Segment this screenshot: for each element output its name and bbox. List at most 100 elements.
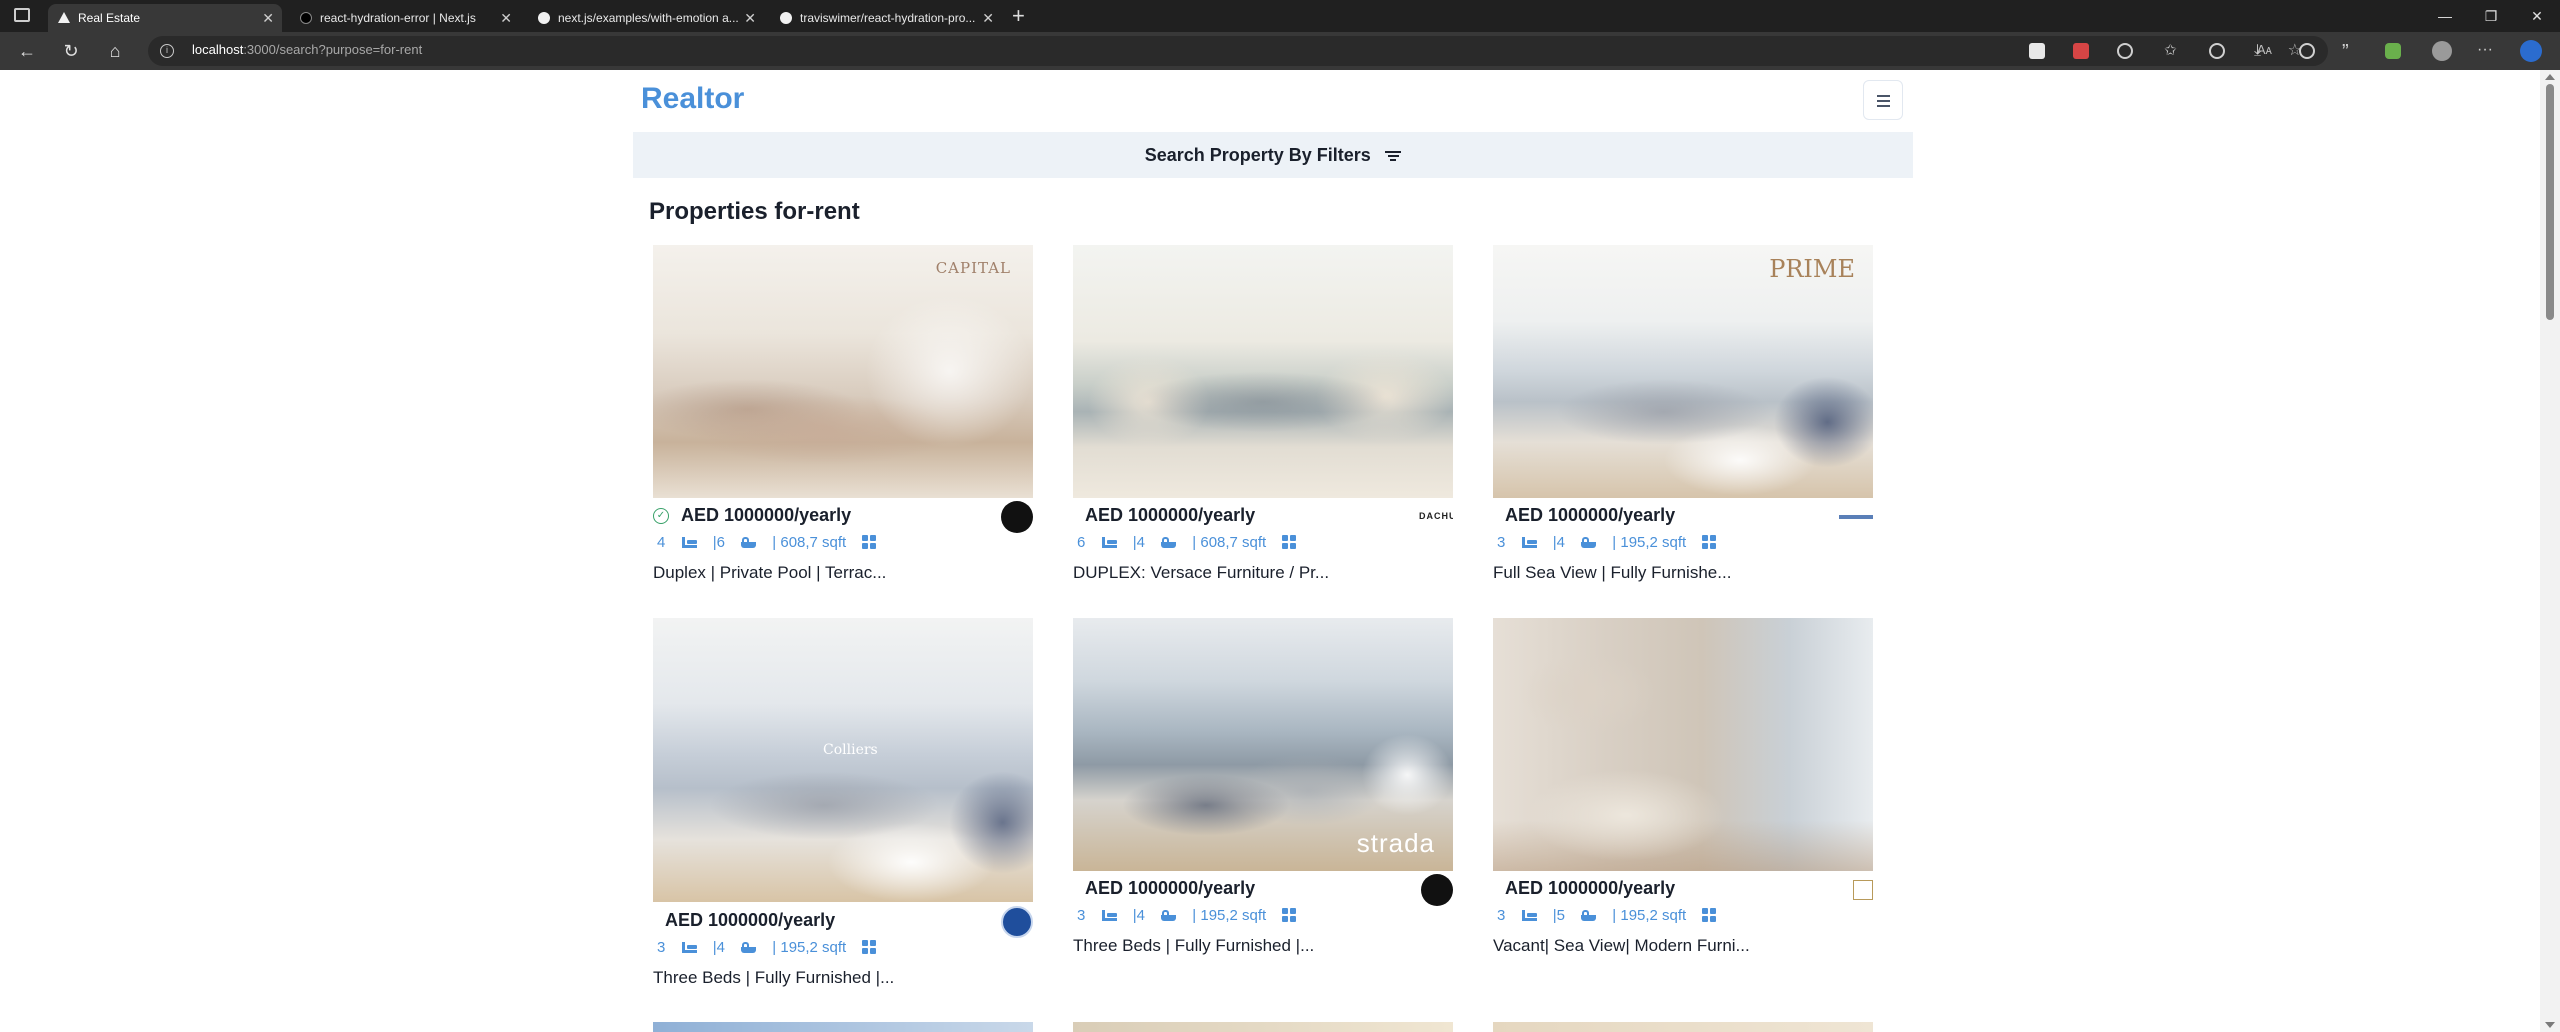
search-filters-toggle[interactable]: Search Property By Filters bbox=[633, 132, 1913, 178]
agency-logo bbox=[1839, 515, 1873, 519]
property-card[interactable]: strada AED 1000000/yearly 3 |4 | 195,2 s… bbox=[1073, 618, 1453, 955]
page-viewport: Realtor Search Property By Filters Prope… bbox=[0, 70, 2540, 1032]
agency-logo: DACHU bbox=[1419, 511, 1453, 521]
property-photo[interactable] bbox=[653, 1022, 1033, 1032]
rooms-count: 3 bbox=[1497, 533, 1506, 551]
browser-tab-strip: Real Estate ✕ react-hydration-error | Ne… bbox=[0, 0, 2560, 32]
close-window-button[interactable]: ✕ bbox=[2514, 0, 2560, 32]
grid-icon bbox=[1702, 535, 1717, 550]
rooms-count: 3 bbox=[657, 938, 666, 956]
area-size: | 608,7 sqft bbox=[1192, 533, 1267, 551]
property-photo[interactable] bbox=[1493, 1022, 1873, 1032]
downloads-icon[interactable]: ⤓ bbox=[2254, 43, 2270, 59]
property-specs: 3 |4 | 195,2 sqft bbox=[1497, 533, 1728, 555]
photo-watermark: strada bbox=[1356, 828, 1435, 858]
refresh-icon[interactable]: ↻ bbox=[60, 41, 82, 63]
property-specs: 6 |4 | 608,7 sqft bbox=[1077, 533, 1308, 555]
property-title[interactable]: Vacant| Sea View| Modern Furni... bbox=[1493, 936, 1750, 956]
bed-icon bbox=[681, 941, 697, 953]
browser-tab-hydration-error[interactable]: react-hydration-error | Next.js ✕ bbox=[290, 4, 520, 32]
tab-actions-icon[interactable] bbox=[14, 8, 30, 22]
close-tab-icon[interactable]: ✕ bbox=[262, 4, 274, 32]
vercel-icon bbox=[58, 12, 70, 23]
property-card[interactable]: AED 1000000/yearly 3 |5 | 195,2 sqft Vac… bbox=[1493, 618, 1873, 955]
tab-title: Real Estate bbox=[78, 11, 141, 25]
browser-tab-real-estate[interactable]: Real Estate ✕ bbox=[48, 4, 282, 32]
site-logo[interactable]: Realtor bbox=[641, 82, 744, 116]
close-tab-icon[interactable]: ✕ bbox=[982, 4, 994, 32]
close-tab-icon[interactable]: ✕ bbox=[500, 4, 512, 32]
scrollbar-thumb[interactable] bbox=[2546, 84, 2554, 320]
property-title[interactable]: DUPLEX: Versace Furniture / Pr... bbox=[1073, 563, 1329, 583]
favorites-icon[interactable]: ✩ bbox=[2164, 43, 2180, 59]
new-tab-button[interactable]: + bbox=[1012, 2, 1025, 30]
filter-label: Search Property By Filters bbox=[1144, 145, 1371, 165]
property-card[interactable]: PRIME AED 1000000/yearly 3 |4 | 195,2 sq… bbox=[1493, 245, 1873, 582]
property-photo[interactable] bbox=[1493, 618, 1873, 871]
home-icon[interactable]: ⌂ bbox=[104, 41, 126, 63]
extension-red-icon[interactable] bbox=[2073, 43, 2089, 59]
back-arrow-icon[interactable]: ← bbox=[16, 41, 38, 63]
area-size: | 195,2 sqft bbox=[1612, 906, 1687, 924]
browser-tab-with-emotion[interactable]: next.js/examples/with-emotion a... ✕ bbox=[528, 4, 764, 32]
agency-logo bbox=[1001, 501, 1033, 533]
bed-icon bbox=[1101, 909, 1117, 921]
grid-icon bbox=[1282, 535, 1297, 550]
site-info-icon[interactable]: i bbox=[160, 44, 174, 58]
baths-count: |4 bbox=[1132, 906, 1145, 924]
rooms-count: 6 bbox=[1077, 533, 1086, 551]
property-price: AED 1000000/yearly bbox=[1085, 878, 1256, 898]
property-price: AED 1000000/yearly bbox=[1085, 505, 1256, 525]
grid-icon bbox=[1282, 908, 1297, 923]
property-title[interactable]: Full Sea View | Fully Furnishe... bbox=[1493, 563, 1731, 583]
grid-icon bbox=[862, 535, 877, 550]
filter-icon bbox=[1385, 150, 1402, 162]
history-icon[interactable] bbox=[2209, 43, 2225, 59]
browser-tab-react-hydration[interactable]: traviswimer/react-hydration-pro... ✕ bbox=[770, 4, 1002, 32]
property-card[interactable]: AED 1000000/yearly DACHU 6 |4 | 608,7 sq… bbox=[1073, 245, 1453, 582]
profile-avatar-icon[interactable] bbox=[2432, 41, 2452, 61]
url-text[interactable]: localhost:3000/search?purpose=for-rent bbox=[192, 42, 422, 57]
address-bar[interactable]: i localhost:3000/search?purpose=for-rent… bbox=[148, 36, 2328, 66]
area-size: | 608,7 sqft bbox=[772, 533, 847, 551]
performance-icon[interactable] bbox=[2299, 43, 2315, 59]
property-photo[interactable]: strada bbox=[1073, 618, 1453, 871]
extension-icon[interactable] bbox=[2029, 43, 2045, 59]
agency-logo bbox=[1853, 880, 1873, 900]
bath-icon bbox=[741, 941, 757, 953]
scroll-down-arrow-icon[interactable] bbox=[2545, 1022, 2555, 1028]
more-menu-icon[interactable]: ··· bbox=[2477, 42, 2493, 59]
area-size: | 195,2 sqft bbox=[1192, 906, 1267, 924]
agency-logo bbox=[1001, 906, 1033, 938]
bath-icon bbox=[1581, 909, 1597, 921]
page-title: Properties for-rent bbox=[649, 198, 860, 225]
property-card[interactable]: Colliers AED 1000000/yearly 3 |4 | 195,2… bbox=[653, 618, 1033, 987]
property-title[interactable]: Three Beds | Fully Furnished |... bbox=[1073, 936, 1314, 956]
property-photo[interactable] bbox=[1073, 1022, 1453, 1032]
property-photo[interactable] bbox=[1073, 245, 1453, 498]
browser-toolbar: ← ↻ ⌂ i localhost:3000/search?purpose=fo… bbox=[0, 32, 2560, 70]
grid-icon bbox=[862, 940, 877, 955]
property-title[interactable]: Duplex | Private Pool | Terrac... bbox=[653, 563, 886, 583]
quote-icon[interactable]: ” bbox=[2342, 42, 2358, 62]
property-photo[interactable]: CAPITAL bbox=[653, 245, 1033, 498]
menu-button[interactable] bbox=[1863, 80, 1903, 120]
photo-watermark: Colliers bbox=[823, 742, 878, 758]
github-icon bbox=[538, 12, 550, 24]
photo-watermark: CAPITAL bbox=[935, 259, 1011, 277]
extension-sync-icon[interactable] bbox=[2117, 43, 2133, 59]
minimize-button[interactable]: — bbox=[2422, 0, 2468, 32]
copilot-icon[interactable] bbox=[2520, 40, 2542, 62]
page-scrollbar[interactable] bbox=[2540, 70, 2560, 1032]
close-tab-icon[interactable]: ✕ bbox=[744, 4, 756, 32]
property-title[interactable]: Three Beds | Fully Furnished |... bbox=[653, 968, 894, 988]
baths-count: |6 bbox=[712, 533, 725, 551]
github-icon bbox=[780, 12, 792, 24]
extension-green-icon[interactable] bbox=[2385, 43, 2401, 59]
scroll-up-arrow-icon[interactable] bbox=[2545, 74, 2555, 80]
area-size: | 195,2 sqft bbox=[1612, 533, 1687, 551]
property-photo[interactable]: PRIME bbox=[1493, 245, 1873, 498]
property-photo[interactable]: Colliers bbox=[653, 618, 1033, 902]
restore-button[interactable]: ❐ bbox=[2468, 0, 2514, 32]
property-card[interactable]: CAPITAL ✓ AED 1000000/yearly 4 |6 | 608,… bbox=[653, 245, 1033, 582]
